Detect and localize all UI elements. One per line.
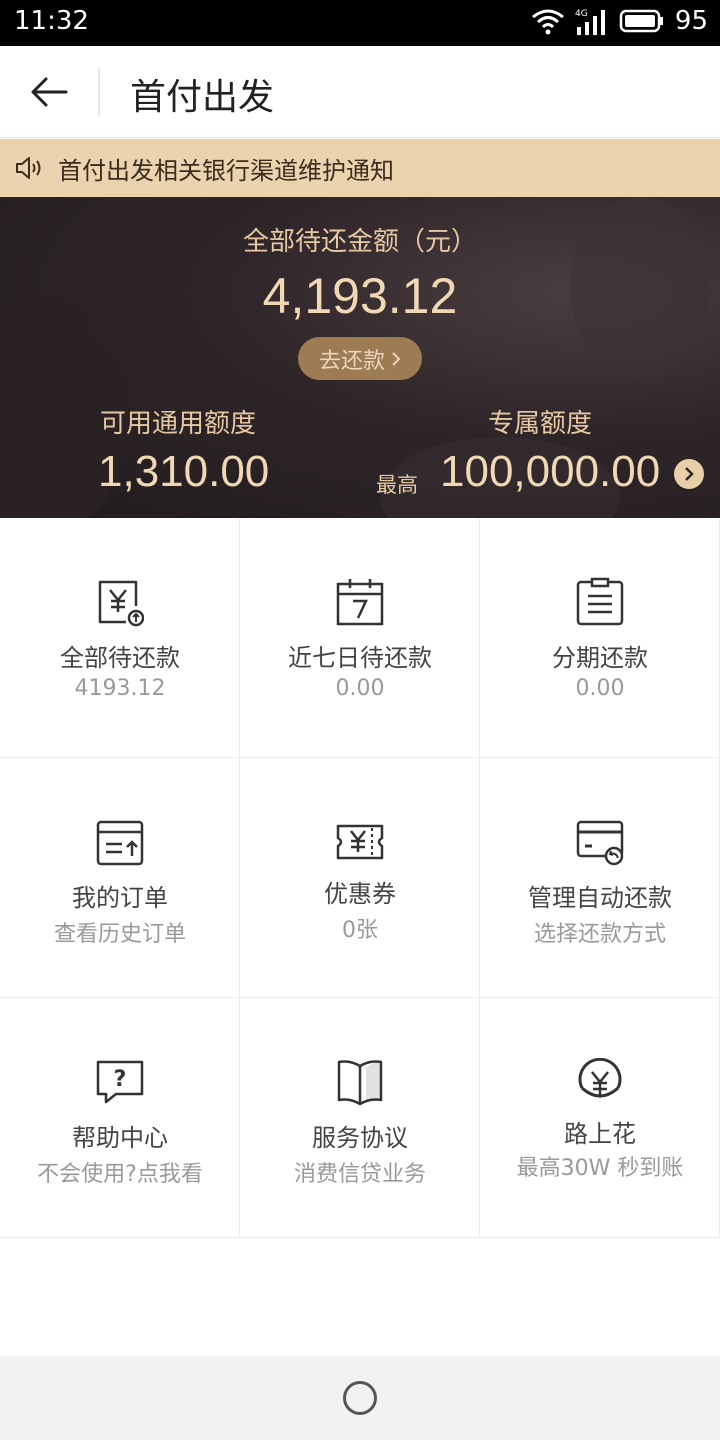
repayment-summary: 全部待还金额（元） 4,193.12 去还款 可用通用额度 1,310.00 专… xyxy=(0,197,720,518)
svg-text:?: ? xyxy=(114,1067,127,1092)
exclusive-credit-label: 专属额度 xyxy=(488,409,593,439)
general-credit-label: 可用通用额度 xyxy=(100,409,257,439)
speaker-icon xyxy=(16,157,41,179)
order-icon xyxy=(96,820,144,866)
repay-button[interactable]: 去还款 xyxy=(298,337,422,380)
status-bar: 11:32 4G 95 xyxy=(0,0,720,46)
grid-item-title: 路上花 xyxy=(564,1120,636,1148)
exclusive-credit-button[interactable] xyxy=(674,459,704,489)
clipboard-list-icon xyxy=(576,577,624,626)
help-icon: ? xyxy=(96,1060,144,1104)
grid-item-installment[interactable]: 分期还款 0.00 xyxy=(480,518,720,758)
grid-item-title: 优惠券 xyxy=(324,880,396,908)
grid-item-sub: 不会使用?点我看 xyxy=(37,1162,203,1187)
chevron-right-icon xyxy=(392,351,401,366)
grid-item-seven-days[interactable]: 近七日待还款 0.00 xyxy=(240,518,480,758)
grid-item-lushanghua[interactable]: 路上花 最高30W 秒到账 xyxy=(480,998,720,1238)
home-button[interactable] xyxy=(343,1381,377,1415)
chevron-right-icon xyxy=(685,467,694,481)
yen-bill-icon xyxy=(98,580,144,627)
exclusive-credit-prefix: 最高 xyxy=(376,473,418,497)
yen-circle-icon xyxy=(578,1058,622,1098)
battery-icon xyxy=(619,9,663,33)
grid-item-sub: 0.00 xyxy=(335,676,385,701)
header: 首付出发 xyxy=(0,46,720,138)
book-icon xyxy=(337,1060,383,1106)
grid-item-title: 管理自动还款 xyxy=(528,884,672,912)
wifi-icon xyxy=(531,9,564,35)
grid-item-coupons[interactable]: 优惠券 0张 xyxy=(240,758,480,998)
grid-item-title: 分期还款 xyxy=(552,644,648,672)
status-time: 11:32 xyxy=(14,6,89,36)
total-due-label: 全部待还金额（元） xyxy=(242,227,477,257)
grid-item-agreement[interactable]: 服务协议 消费信贷业务 xyxy=(240,998,480,1238)
svg-text:4G: 4G xyxy=(575,9,588,19)
header-divider xyxy=(98,68,100,116)
grid-item-sub: 0张 xyxy=(342,918,378,943)
grid-item-title: 近七日待还款 xyxy=(288,644,432,672)
status-icons: 4G 95 xyxy=(531,6,708,36)
total-due-amount: 4,193.12 xyxy=(262,268,458,324)
grid-item-sub: 最高30W 秒到账 xyxy=(516,1156,684,1181)
grid-item-title: 帮助中心 xyxy=(72,1124,168,1152)
grid-item-all-due[interactable]: 全部待还款 4193.12 xyxy=(0,518,240,758)
feature-grid: 全部待还款 4193.12 近七日待还款 0.00 分期还款 0.00 我的订单… xyxy=(0,518,720,1238)
page-title: 首付出发 xyxy=(130,77,275,118)
system-nav-bar xyxy=(0,1356,720,1440)
grid-item-help[interactable]: ? 帮助中心 不会使用?点我看 xyxy=(0,998,240,1238)
general-credit-amount: 1,310.00 xyxy=(98,447,270,496)
battery-level: 95 xyxy=(674,6,708,36)
arrow-left-icon xyxy=(31,77,68,107)
grid-item-title: 服务协议 xyxy=(312,1124,408,1152)
grid-item-sub: 4193.12 xyxy=(74,676,166,701)
grid-item-sub: 查看历史订单 xyxy=(53,922,186,947)
grid-item-sub: 消费信贷业务 xyxy=(293,1162,426,1187)
grid-item-title: 我的订单 xyxy=(72,884,168,912)
coupon-icon xyxy=(336,824,384,860)
notice-text: 首付出发相关银行渠道维护通知 xyxy=(58,157,394,185)
card-auto-icon xyxy=(576,820,624,866)
grid-item-title: 全部待还款 xyxy=(60,644,180,672)
exclusive-credit-amount: 100,000.00 xyxy=(440,447,661,496)
grid-item-sub: 0.00 xyxy=(575,676,625,701)
grid-item-sub: 选择还款方式 xyxy=(533,922,666,947)
notice-bar[interactable]: 首付出发相关银行渠道维护通知 xyxy=(0,139,720,197)
repay-button-label: 去还款 xyxy=(318,348,385,374)
calendar-7-icon xyxy=(336,579,384,626)
grid-item-auto-repay[interactable]: 管理自动还款 选择还款方式 xyxy=(480,758,720,998)
signal-icon: 4G xyxy=(575,9,605,35)
grid-item-orders[interactable]: 我的订单 查看历史订单 xyxy=(0,758,240,998)
back-button[interactable] xyxy=(26,68,74,116)
